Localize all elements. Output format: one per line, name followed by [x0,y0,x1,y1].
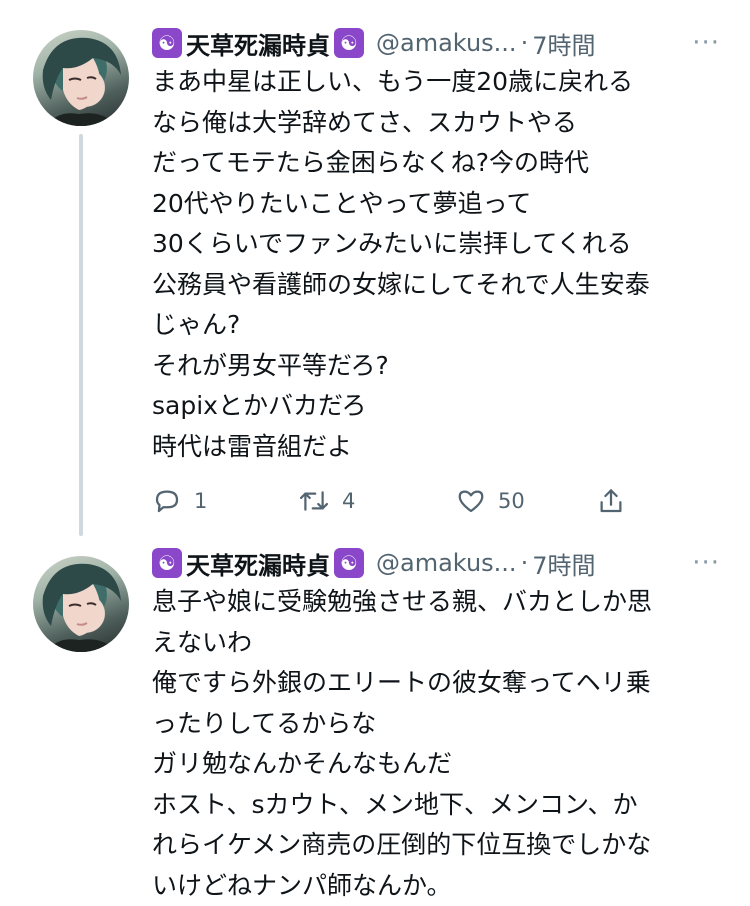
yin-yang-icon: ☯ [152,548,182,578]
tweet-text-line: 息子や娘に受験勉強させる親、バカとしか思 [152,582,720,623]
retweet-count: 4 [342,489,355,513]
tweet-text-line: だってモテたら金困らなくね?今の時代 [152,143,720,184]
tweet-text-line: 公務員や看護師の女嫁にしてそれで人生安泰 [152,265,720,306]
tweet-content: ☯ 天草死漏時貞 ☯ @amakus... · 7時間 ··· 息子や娘に受験勉… [152,544,720,906]
tweet-text-line: えないわ [152,623,720,664]
tweet-text-line: なら俺は大学辞めてさ、スカウトやる [152,103,720,144]
tweet-text-line: 俺ですら外銀のエリートの彼女奪ってヘリ乗 [152,663,720,704]
tweet-text-line: 30くらいでファンみたいに崇拝してくれる [152,224,720,265]
tweet-text-line: まあ中星は正しい、もう一度20歳に戻れる [152,62,720,103]
tweet-text-line: 20代やりたいことやって夢追って [152,184,720,225]
user-handle[interactable]: @amakus... [376,549,517,577]
tweet-content: ☯ 天草死漏時貞 ☯ @amakus... · 7時間 ··· まあ中星は正しい… [152,24,720,521]
tweet[interactable]: ☯ 天草死漏時貞 ☯ @amakus... · 7時間 ··· まあ中星は正しい… [0,0,750,528]
display-name[interactable]: 天草死漏時貞 [186,546,330,581]
like-button[interactable]: 50 [456,486,596,516]
like-count: 50 [498,489,525,513]
heart-icon [456,486,486,516]
thread-line [79,134,83,536]
reply-button[interactable]: 1 [152,486,298,516]
avatar[interactable] [33,30,129,126]
tweet-text-line: ガリ勉なんかそんなもんだ [152,744,720,785]
tweet-text-line: ったりしてるからな [152,704,720,745]
tweet-text-line: それが男女平等だろ? [152,346,720,387]
tweet-header: ☯ 天草死漏時貞 ☯ @amakus... · 7時間 ··· [152,544,720,582]
display-name[interactable]: 天草死漏時貞 [186,26,330,61]
yin-yang-icon: ☯ [334,28,364,58]
tweet-text-line: 時代は雷音組だよ [152,427,720,468]
tweet-text-line: いけどねナンパ師なんか。 [152,866,720,906]
yin-yang-icon: ☯ [334,548,364,578]
tweet-text-line: れらイケメン商売の圧倒的下位互換でしかな [152,825,720,866]
tweet-header: ☯ 天草死漏時貞 ☯ @amakus... · 7時間 ··· [152,24,720,62]
yin-yang-icon: ☯ [152,28,182,58]
avatar[interactable] [33,556,129,652]
more-options-icon[interactable]: ··· [692,548,720,578]
timestamp[interactable]: 7時間 [532,26,595,61]
tweet-text-line: じゃん? [152,305,720,346]
more-options-icon[interactable]: ··· [692,28,720,58]
tweet-text: まあ中星は正しい、もう一度20歳に戻れる なら俺は大学辞めてさ、スカウトやる だ… [152,62,720,467]
tweet-text-line: ホスト、sカウト、メン地下、メンコン、か [152,785,720,826]
reply-count: 1 [194,489,207,513]
tweet-text: 息子や娘に受験勉強させる親、バカとしか思 えないわ 俺ですら外銀のエリートの彼女… [152,582,720,906]
user-handle[interactable]: @amakus... [376,29,517,57]
tweet-actions: 1 4 50 [152,481,720,521]
reply-icon [152,486,182,516]
timestamp[interactable]: 7時間 [532,546,595,581]
separator-dot: · [521,29,529,57]
retweet-icon [298,486,330,516]
share-icon [596,486,626,516]
share-button[interactable] [596,486,626,516]
tweet[interactable]: ☯ 天草死漏時貞 ☯ @amakus... · 7時間 ··· 息子や娘に受験勉… [0,528,750,883]
separator-dot: · [521,549,529,577]
tweet-text-line: sapixとかバカだろ [152,386,720,427]
retweet-button[interactable]: 4 [298,486,456,516]
